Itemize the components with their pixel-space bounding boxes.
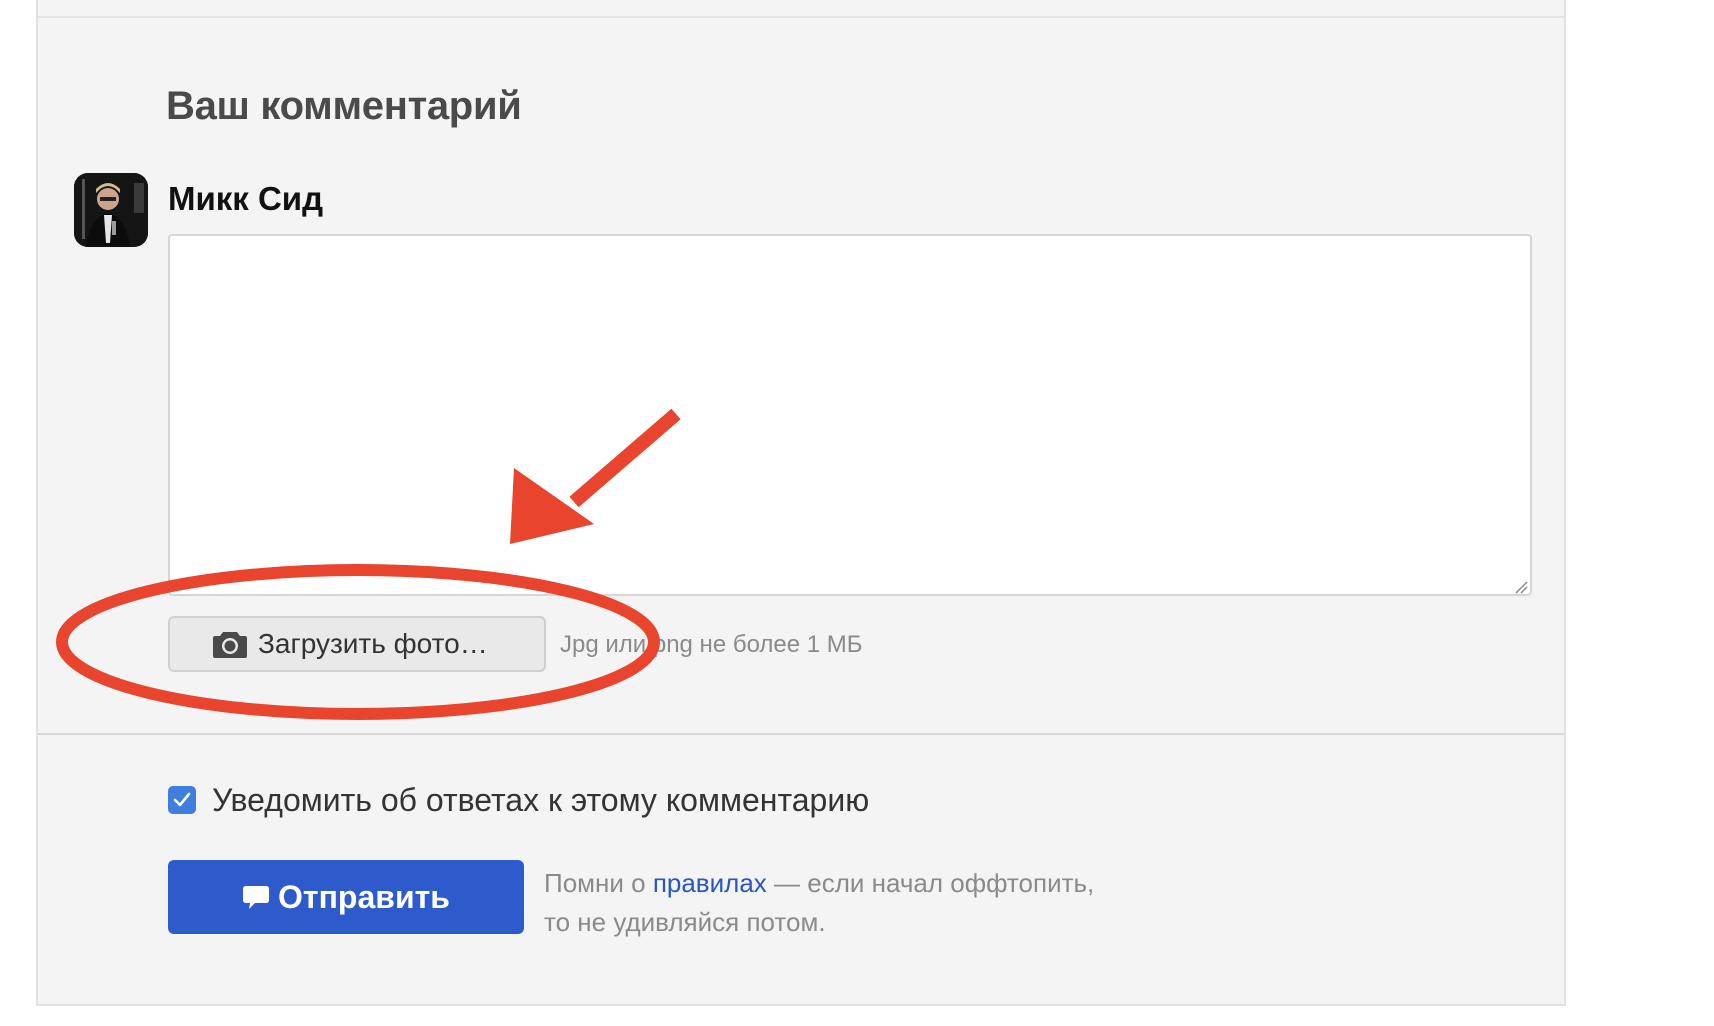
notify-label: Уведомить об ответах к этому комментарию	[212, 782, 870, 818]
upload-photo-button[interactable]: Загрузить фото…	[168, 616, 546, 672]
upload-hint: Jpg или png не более 1 МБ	[560, 631, 863, 658]
divider-top	[38, 16, 1564, 18]
username: Микк Сид	[168, 180, 324, 217]
comment-textarea[interactable]	[168, 234, 1532, 596]
rules-link[interactable]: правилах	[653, 868, 767, 898]
send-button[interactable]: Отправить	[168, 860, 524, 934]
form-title: Ваш комментарий	[166, 84, 522, 128]
divider-middle	[38, 733, 1564, 735]
rules-note: Помни о правилах — если начал оффтопить,…	[544, 864, 1094, 942]
rules-line-1: Помни о правилах — если начал оффтопить,	[544, 864, 1094, 903]
resize-grip-icon[interactable]	[1514, 580, 1528, 594]
avatar	[74, 173, 148, 247]
rules-prefix: Помни о	[544, 868, 653, 898]
speech-bubble-icon	[243, 886, 270, 909]
rules-line-2: то не удивляйся потом.	[544, 907, 826, 937]
camera-icon	[213, 632, 247, 658]
checkmark-icon	[173, 792, 191, 807]
rules-suffix: — если начал оффтопить,	[766, 868, 1095, 898]
send-button-label: Отправить	[278, 878, 450, 915]
upload-photo-label: Загрузить фото…	[258, 628, 488, 659]
notify-checkbox[interactable]	[168, 786, 196, 814]
avatar-image	[74, 173, 148, 247]
